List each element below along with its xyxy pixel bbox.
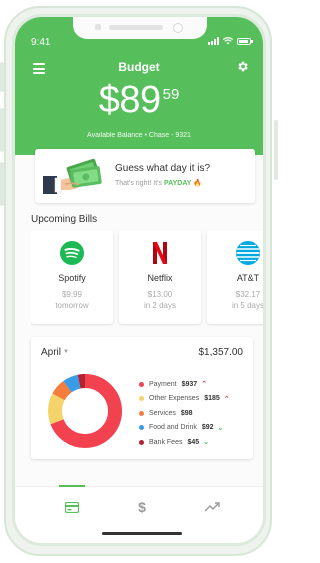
signal-icon xyxy=(208,37,219,45)
legend-label: Food and Drink xyxy=(149,424,197,432)
legend-color-dot xyxy=(139,381,144,387)
upcoming-bills-title: Upcoming Bills xyxy=(31,214,98,225)
balance-main: $89 xyxy=(98,79,161,121)
spending-legend: Payment $937 ⌃ Other Expenses $185 ⌃ Services $… xyxy=(139,377,251,450)
payday-message: That's right! It's PAYDAY 🔥 xyxy=(115,179,202,187)
legend-amount: $98 xyxy=(180,409,193,417)
battery-icon xyxy=(237,37,253,45)
legend-item: Food and Drink $92 ⌄ xyxy=(139,421,251,436)
legend-color-dot xyxy=(139,410,144,416)
spending-total: $1,357.00 xyxy=(198,347,244,358)
phone-notch xyxy=(73,17,207,39)
legend-label: Bank Fees xyxy=(149,438,183,446)
bill-amount: $32.17 xyxy=(235,290,261,299)
nav-tab-transactions[interactable]: $ xyxy=(126,497,158,517)
dollar-icon: $ xyxy=(138,499,146,515)
payday-highlight: PAYDAY xyxy=(164,180,192,187)
bottom-nav: $ xyxy=(15,485,263,543)
bill-due: in 2 days xyxy=(143,301,177,310)
fire-icon: 🔥 xyxy=(193,180,203,187)
trend-up-icon: ⌃ xyxy=(223,395,230,403)
payday-title: Guess what day it is? xyxy=(115,163,211,174)
nav-tab-budget[interactable] xyxy=(56,497,88,517)
spotify-icon xyxy=(60,241,84,265)
legend-label: Payment xyxy=(149,380,177,388)
gear-icon[interactable] xyxy=(236,60,249,73)
bill-name: AT&T xyxy=(236,273,260,283)
trend-down-icon: ⌄ xyxy=(203,439,210,447)
month-label: April xyxy=(41,347,62,358)
nav-active-indicator xyxy=(59,485,85,487)
legend-color-dot xyxy=(139,439,144,445)
money-hand-icon xyxy=(43,158,102,194)
legend-item: Bank Fees $45 ⌄ xyxy=(139,435,251,450)
legend-label: Services xyxy=(149,409,176,417)
legend-color-dot xyxy=(139,425,144,431)
bill-due: tomorrow xyxy=(55,301,89,310)
speaker-grille xyxy=(109,25,163,30)
att-icon xyxy=(236,241,260,265)
bill-card-att[interactable]: AT&T $32.17 in 5 days xyxy=(207,231,265,324)
sensor-dot xyxy=(95,24,101,30)
nav-tab-trends[interactable] xyxy=(196,497,228,517)
bill-name: Netflix xyxy=(147,273,173,283)
legend-item: Other Expenses $185 ⌃ xyxy=(139,392,251,407)
side-button-power xyxy=(274,120,278,180)
legend-item: Services $98 xyxy=(139,406,251,421)
chevron-down-icon: ▼ xyxy=(63,349,69,355)
bill-card-netflix[interactable]: Netflix $13.00 in 2 days xyxy=(119,231,201,324)
legend-amount: $45 xyxy=(187,438,200,446)
bill-due: in 5 days xyxy=(231,301,265,310)
bill-name: Spotify xyxy=(58,273,86,283)
legend-amount: $185 xyxy=(204,395,220,403)
balance-cents: 59 xyxy=(162,86,180,103)
legend-amount: $92 xyxy=(201,424,214,432)
payday-message-prefix: That's right! It's xyxy=(115,180,163,187)
app-header: 9:41 Budget $89 59 Available Balance • Ch… xyxy=(15,17,263,155)
trend-down-icon: ⌄ xyxy=(217,424,224,432)
netflix-icon xyxy=(153,242,167,264)
trend-up-icon: ⌃ xyxy=(201,381,208,389)
bill-amount: $13.00 xyxy=(147,290,173,299)
legend-amount: $937 xyxy=(181,380,198,388)
balance-caption: Available Balance • Chase - 9321 xyxy=(87,132,191,139)
spending-donut-chart xyxy=(48,374,122,448)
app-screen: 9:41 Budget $89 59 Available Balance • Ch… xyxy=(12,14,266,546)
legend-item: Payment $937 ⌃ xyxy=(139,377,251,392)
bill-card-spotify[interactable]: Spotify $9.99 tomorrow xyxy=(31,231,113,324)
spending-card: April ▼ $1,357.00 Payment $937 ⌃ Other Expen… xyxy=(31,337,253,459)
payday-card[interactable]: Guess what day it is? That's right! It's… xyxy=(35,149,255,203)
status-icons xyxy=(208,37,253,45)
page-title: Budget xyxy=(118,60,160,74)
month-selector[interactable]: April ▼ xyxy=(41,347,69,358)
home-indicator xyxy=(102,532,182,535)
front-camera xyxy=(173,23,183,33)
balance-amount: $89 59 xyxy=(15,81,263,119)
status-time: 9:41 xyxy=(31,37,51,48)
card-icon xyxy=(65,501,79,513)
bill-amount: $9.99 xyxy=(61,290,83,299)
wifi-icon xyxy=(223,37,233,45)
bills-carousel[interactable]: Spotify $9.99 tomorrow Netflix $13.00 in… xyxy=(31,231,265,326)
legend-color-dot xyxy=(139,396,144,402)
trend-icon xyxy=(204,502,220,512)
legend-label: Other Expenses xyxy=(149,395,200,403)
